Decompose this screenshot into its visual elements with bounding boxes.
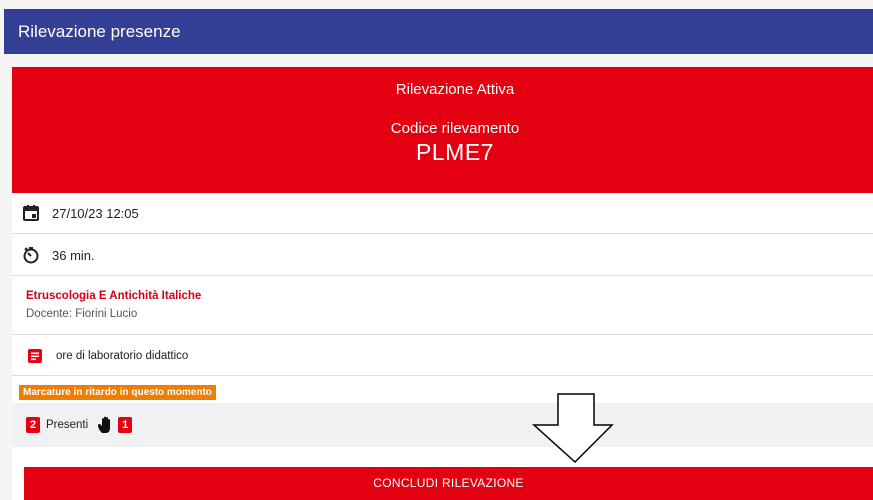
hand-icon	[96, 415, 116, 435]
timer-icon	[22, 246, 40, 264]
conclude-session-button[interactable]: CONCLUDI RILEVAZIONE	[24, 467, 873, 500]
document-icon	[26, 347, 44, 365]
activity-type: ore di laboratorio didattico	[56, 349, 189, 362]
activity-row: ore di laboratorio didattico	[12, 336, 873, 376]
session-status: Rilevazione Attiva	[395, 81, 515, 98]
app-title: Rilevazione presenze	[18, 22, 181, 41]
status-banner: Rilevazione Attiva Codice rilevamento PL…	[12, 67, 873, 193]
session-card: Rilevazione Attiva Codice rilevamento PL…	[12, 67, 873, 500]
date-row: 27/10/23 12:05	[12, 193, 873, 234]
present-count-badge: 2	[26, 417, 40, 433]
calendar-icon	[22, 204, 40, 222]
session-code: PLME7	[416, 139, 494, 165]
course-title: Etruscologia E Antichità Italiche	[26, 290, 202, 302]
session-datetime: 27/10/23 12:05	[52, 205, 139, 221]
present-label: Presenti	[46, 419, 89, 431]
attendance-summary: 2 Presenti 1	[12, 403, 873, 447]
session-code-label: Codice rilevamento	[390, 120, 520, 137]
raised-hand-count-badge: 1	[118, 417, 133, 433]
course-teacher: Docente: Fiorini Lucio	[26, 308, 138, 320]
down-arrow-icon	[532, 393, 614, 464]
late-marking-badge: Marcature in ritardo in questo momento	[19, 385, 216, 400]
session-duration: 36 min.	[52, 247, 95, 263]
page: Rilevazione presenze Rilevazione Attiva …	[0, 0, 873, 500]
duration-row: 36 min.	[12, 235, 873, 276]
course-info: Etruscologia E Antichità Italiche Docent…	[12, 277, 873, 335]
app-bar: Rilevazione presenze	[4, 9, 873, 54]
